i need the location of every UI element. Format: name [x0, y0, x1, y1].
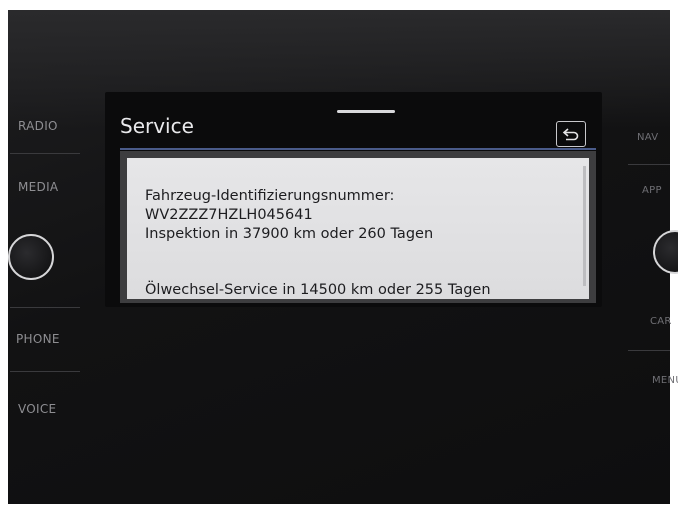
app-button[interactable]: APP [642, 185, 662, 196]
back-button[interactable] [556, 121, 586, 147]
pull-down-handle[interactable] [337, 110, 395, 113]
media-button[interactable]: MEDIA [18, 180, 58, 194]
divider [10, 153, 80, 154]
car-button[interactable]: CAR [650, 316, 672, 327]
service-popup: Fahrzeug-Identifizierungsnummer: WV2ZZZ7… [120, 151, 596, 303]
popup-content[interactable]: Fahrzeug-Identifizierungsnummer: WV2ZZZ7… [127, 158, 589, 299]
page-title: Service [120, 114, 194, 138]
divider [10, 371, 80, 372]
back-arrow-icon [562, 128, 579, 141]
title-underline [120, 148, 596, 150]
voice-button[interactable]: VOICE [18, 402, 56, 416]
phone-button[interactable]: PHONE [16, 332, 60, 346]
divider [628, 350, 670, 351]
inspection-text: Inspektion in 37900 km oder 260 Tagen [145, 226, 434, 242]
scrollbar[interactable] [583, 166, 586, 286]
divider [10, 307, 80, 308]
nav-button[interactable]: NAV [637, 132, 658, 143]
divider [628, 164, 670, 165]
menu-button[interactable]: MENU [652, 375, 678, 386]
oil-service-text: Ölwechsel-Service in 14500 km oder 255 T… [145, 282, 491, 298]
vin-label: Fahrzeug-Identifizierungsnummer: [145, 188, 395, 204]
vin-value: WV2ZZZ7HZLH045641 [145, 207, 313, 223]
volume-knob[interactable] [8, 234, 54, 280]
radio-button[interactable]: RADIO [18, 119, 58, 133]
